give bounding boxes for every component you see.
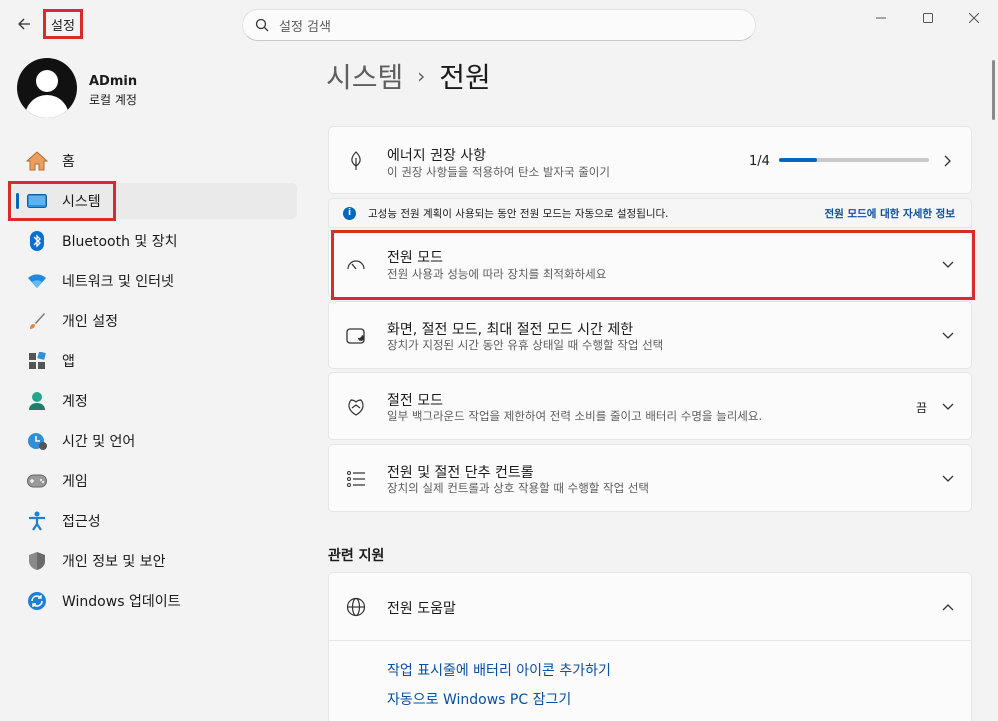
screen-sleep-icon: [345, 325, 367, 347]
sidebar-item-network[interactable]: 네트워크 및 인터넷: [13, 263, 297, 299]
sidebar-item-label: 접근성: [62, 514, 101, 530]
account-icon: [26, 390, 48, 412]
divider: [329, 640, 971, 641]
gamepad-icon: [26, 470, 48, 492]
profile-account-type: 로컬 계정: [89, 93, 137, 107]
chevron-right-icon: [941, 154, 955, 168]
breadcrumb-separator: ›: [417, 64, 426, 88]
minimize-icon: [876, 17, 886, 19]
progress-text: 1/4: [749, 154, 770, 169]
sidebar-item-label: Windows 업데이트: [62, 594, 181, 610]
bluetooth-icon: [26, 230, 48, 252]
sidebar-item-personalization[interactable]: 개인 설정: [13, 303, 297, 339]
app-title: 설정: [43, 9, 83, 39]
chevron-down-icon: [941, 472, 955, 486]
card-subtitle: 일부 백그라운드 작업을 제한하여 전력 소비를 줄이고 배터리 수명을 늘리세…: [387, 409, 763, 423]
list-controls-icon: [345, 468, 367, 490]
maximize-button[interactable]: [905, 6, 951, 30]
power-help-header[interactable]: 전원 도움말: [329, 573, 971, 640]
sidebar-item-accounts[interactable]: 계정: [13, 383, 297, 419]
sidebar-item-home[interactable]: 홈: [13, 143, 297, 179]
info-icon: i: [343, 206, 356, 220]
sidebar-item-time-language[interactable]: 시간 및 언어: [13, 423, 297, 459]
breadcrumb: 시스템 › 전원: [326, 56, 491, 96]
close-icon: [969, 13, 979, 23]
help-link[interactable]: 작업 표시줄에 배터리 아이콘 추가하기: [387, 660, 611, 680]
back-button[interactable]: [10, 10, 38, 38]
card-subtitle: 장치의 실제 컨트롤과 상호 작용할 때 수행할 작업 선택: [387, 481, 650, 495]
user-profile[interactable]: ADmin 로컬 계정: [17, 58, 277, 118]
card-title: 절전 모드: [387, 393, 443, 409]
card-title: 에너지 권장 사항: [387, 148, 487, 164]
update-icon: [26, 590, 48, 612]
sidebar-item-gaming[interactable]: 게임: [13, 463, 297, 499]
sidebar-item-label: 개인 설정: [62, 314, 118, 330]
energy-recommendations-card[interactable]: 에너지 권장 사항 이 권장 사항들을 적용하여 탄소 발자국 줄이기 1/4: [328, 126, 972, 194]
sidebar-item-label: 네트워크 및 인터넷: [62, 274, 174, 290]
time-language-icon: [26, 430, 48, 452]
info-text: 고성능 전원 계획이 사용되는 동안 전원 모드는 자동으로 설정됩니다.: [368, 207, 669, 220]
screen-sleep-timeouts-card[interactable]: 화면, 절전 모드, 최대 절전 모드 시간 제한 장치가 지정된 시간 동안 …: [328, 301, 972, 369]
search-placeholder: 설정 검색: [279, 19, 331, 35]
help-link[interactable]: 자동으로 Windows PC 잠그기: [387, 689, 571, 709]
energy-saver-status: 끔: [915, 401, 927, 415]
apps-icon: [26, 350, 48, 372]
maximize-icon: [923, 13, 933, 23]
sidebar-item-accessibility[interactable]: 접근성: [13, 503, 297, 539]
sidebar-item-privacy[interactable]: 개인 정보 및 보안: [13, 543, 297, 579]
power-help-card: 전원 도움말 작업 표시줄에 배터리 아이콘 추가하기 자동으로 Windows…: [328, 572, 972, 721]
close-button[interactable]: [951, 6, 997, 30]
breadcrumb-parent[interactable]: 시스템: [326, 56, 403, 96]
card-title: 화면, 절전 모드, 최대 절전 모드 시간 제한: [387, 322, 634, 338]
scrollbar-thumb[interactable]: [992, 60, 995, 120]
globe-icon: [345, 596, 367, 618]
power-help-title: 전원 도움말: [387, 601, 456, 617]
arrow-left-icon: [18, 18, 30, 30]
energy-saver-card[interactable]: 절전 모드 일부 백그라운드 작업을 제한하여 전력 소비를 줄이고 배터리 수…: [328, 372, 972, 440]
minimize-button[interactable]: [858, 6, 904, 30]
accessibility-icon: [26, 510, 48, 532]
info-link[interactable]: 전원 모드에 대한 자세한 정보: [824, 206, 955, 221]
card-subtitle: 이 권장 사항들을 적용하여 탄소 발자국 줄이기: [387, 165, 610, 179]
sidebar-item-label: 개인 정보 및 보안: [62, 554, 166, 570]
related-support-heading: 관련 지원: [328, 548, 385, 564]
brush-icon: [26, 310, 48, 332]
sidebar-item-label: 시간 및 언어: [62, 434, 136, 450]
shield-icon: [26, 550, 48, 572]
sidebar-item-label: 게임: [62, 474, 88, 490]
sidebar-item-windows-update[interactable]: Windows 업데이트: [13, 583, 297, 619]
power-button-controls-card[interactable]: 전원 및 절전 단추 컨트롤 장치의 실제 컨트롤과 상호 작용할 때 수행할 …: [328, 444, 972, 512]
system-highlight-box: [8, 181, 116, 221]
home-icon: [26, 150, 48, 172]
energy-saver-icon: [345, 396, 367, 418]
profile-name: ADmin: [89, 74, 138, 89]
sidebar-item-label: 계정: [62, 394, 88, 410]
sidebar-item-bluetooth[interactable]: Bluetooth 및 장치: [13, 223, 297, 259]
power-mode-highlight-box: [331, 230, 975, 300]
chevron-down-icon: [941, 329, 955, 343]
chevron-up-icon: [941, 600, 955, 614]
sidebar-item-label: 앱: [62, 354, 75, 370]
card-title: 전원 및 절전 단추 컨트롤: [387, 465, 534, 481]
page-title: 전원: [439, 61, 491, 94]
avatar: [17, 58, 77, 118]
search-icon: [255, 18, 269, 32]
card-subtitle: 장치가 지정된 시간 동안 유휴 상태일 때 수행할 작업 선택: [387, 338, 664, 352]
wifi-icon: [26, 270, 48, 292]
info-bar: i 고성능 전원 계획이 사용되는 동안 전원 모드는 자동으로 설정됩니다. …: [328, 198, 972, 228]
search-input[interactable]: 설정 검색: [242, 9, 756, 41]
progress-bar: [779, 158, 929, 162]
sidebar-item-label: 홈: [62, 154, 75, 170]
title-bar: 설정 설정 검색: [0, 0, 998, 44]
progress-fill: [779, 158, 817, 162]
sidebar-item-label: Bluetooth 및 장치: [62, 234, 178, 250]
leaf-icon: [345, 150, 367, 172]
chevron-down-icon: [941, 400, 955, 414]
sidebar-item-apps[interactable]: 앱: [13, 343, 297, 379]
